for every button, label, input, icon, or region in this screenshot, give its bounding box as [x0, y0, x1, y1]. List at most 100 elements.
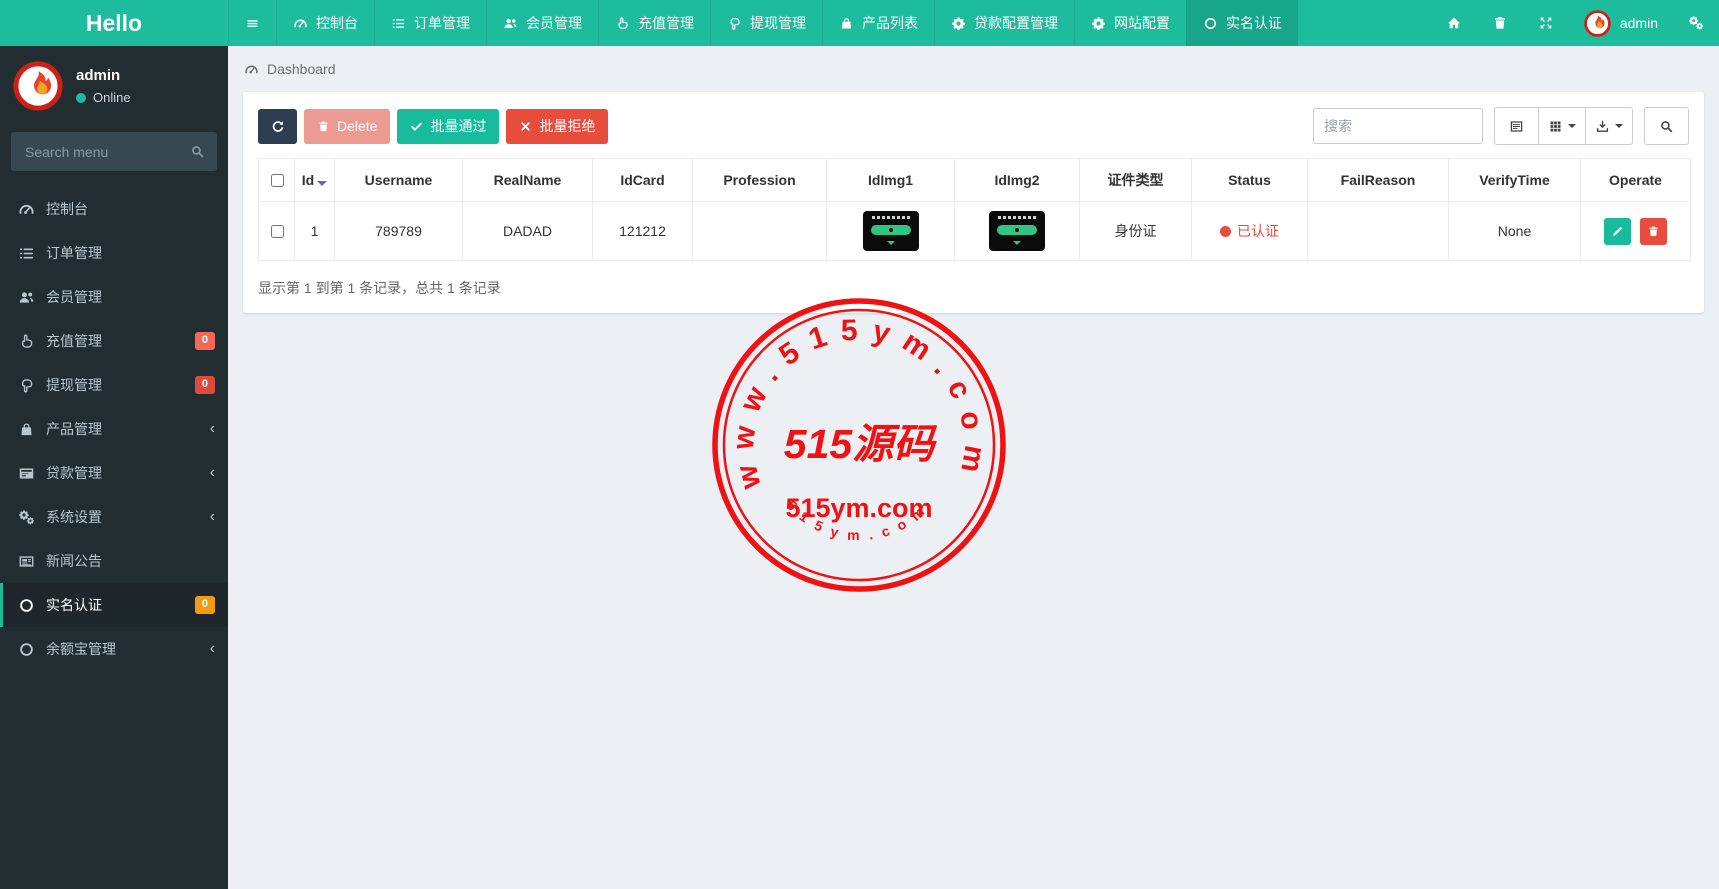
- refresh-icon: [270, 119, 285, 134]
- newspaper-icon: [18, 553, 35, 570]
- stamp-main-text: 515源码: [784, 421, 937, 467]
- sidebar-item-orders[interactable]: 订单管理: [0, 231, 228, 275]
- id-image-thumbnail-1[interactable]: [863, 211, 919, 251]
- gear-icon: [951, 16, 966, 31]
- gears-icon: [18, 509, 35, 526]
- expand-arrows-icon: [1538, 15, 1554, 31]
- sidebar-item-product-mgmt[interactable]: 产品管理 ‹: [0, 407, 228, 451]
- search-icon[interactable]: [190, 144, 205, 159]
- table-search-input[interactable]: [1313, 108, 1483, 144]
- header-operate[interactable]: Operate: [1581, 159, 1691, 202]
- nav-item-recharge[interactable]: 充值管理: [598, 0, 710, 46]
- nav-item-label: 产品列表: [862, 13, 918, 33]
- nav-item-orders[interactable]: 订单管理: [374, 0, 486, 46]
- gauge-icon: [293, 16, 308, 31]
- sidebar-item-yuebao[interactable]: 余额宝管理‹: [0, 627, 228, 671]
- columns-dropdown-button[interactable]: [1538, 107, 1586, 145]
- detail-view-toggle-button[interactable]: [1494, 107, 1539, 145]
- header-username[interactable]: Username: [335, 159, 463, 202]
- stamp-inner-ring: [724, 310, 994, 580]
- sidebar-item-real-name-verify[interactable]: 实名认证0: [0, 583, 228, 627]
- header-realname[interactable]: RealName: [463, 159, 593, 202]
- sidebar-item-members[interactable]: 会员管理: [0, 275, 228, 319]
- clear-cache-button[interactable]: [1477, 0, 1523, 46]
- cell-id: 1: [295, 202, 335, 261]
- pagination-summary: 显示第 1 到第 1 条记录，总共 1 条记录: [258, 278, 1689, 298]
- sidebar-item-dashboard[interactable]: 控制台: [0, 187, 228, 231]
- circle-icon: [18, 597, 35, 614]
- nav-item-label: 提现管理: [750, 13, 806, 33]
- fullscreen-button[interactable]: [1523, 0, 1569, 46]
- sidebar-search: [11, 132, 217, 171]
- nav-item-members[interactable]: 会员管理: [486, 0, 598, 46]
- sidebar-item-news[interactable]: 新闻公告: [0, 539, 228, 583]
- header-idimg1[interactable]: IdImg1: [827, 159, 955, 202]
- header-select-all: [259, 159, 295, 202]
- edit-row-button[interactable]: [1604, 218, 1631, 245]
- nav-item-label: 会员管理: [526, 13, 582, 33]
- sidebar-item-label: 产品管理: [46, 419, 199, 439]
- refresh-button[interactable]: [258, 109, 297, 144]
- row-checkbox[interactable]: [271, 225, 284, 238]
- sidebar-toggle-button[interactable]: [228, 0, 276, 46]
- gears-icon: [1688, 15, 1704, 31]
- nav-item-withdraw[interactable]: 提现管理: [710, 0, 822, 46]
- chevron-left-icon: ‹: [210, 421, 215, 437]
- grid-columns-icon: [1548, 119, 1563, 134]
- search-button[interactable]: [1644, 107, 1689, 145]
- header-id-label: Id: [302, 172, 314, 188]
- sidebar-item-withdraw[interactable]: 提现管理0: [0, 363, 228, 407]
- home-button[interactable]: [1431, 0, 1477, 46]
- batch-approve-label: 批量通过: [430, 116, 486, 136]
- bag-icon: [839, 16, 854, 31]
- nav-item-dashboard[interactable]: 控制台: [276, 0, 374, 46]
- sidebar-item-label: 充值管理: [46, 331, 184, 351]
- nav-item-real-name-verify[interactable]: 实名认证: [1186, 0, 1298, 46]
- sidebar-item-system-settings[interactable]: 系统设置‹: [0, 495, 228, 539]
- export-icon: [1595, 119, 1610, 134]
- thumb-green-pill: [997, 225, 1037, 235]
- batch-reject-button[interactable]: 批量拒绝: [506, 109, 608, 144]
- select-all-checkbox[interactable]: [271, 174, 284, 187]
- header-id[interactable]: Id: [295, 159, 335, 202]
- header-idimg2[interactable]: IdImg2: [955, 159, 1080, 202]
- sidebar-item-recharge[interactable]: 充值管理 0: [0, 319, 228, 363]
- header-idcard[interactable]: IdCard: [593, 159, 693, 202]
- stamp-outer-ring: [715, 301, 1003, 589]
- user-menu[interactable]: admin: [1569, 0, 1673, 46]
- avatar[interactable]: [13, 61, 63, 111]
- id-image-thumbnail-2[interactable]: [989, 211, 1045, 251]
- nav-item-loan-config[interactable]: 贷款配置管理: [934, 0, 1074, 46]
- sidebar-item-label: 控制台: [46, 199, 215, 219]
- batch-approve-button[interactable]: 批量通过: [397, 109, 499, 144]
- main-content: Dashboard Delete 批量通过 批量拒绝: [228, 0, 1719, 313]
- settings-button[interactable]: [1673, 0, 1719, 46]
- delete-row-button[interactable]: [1640, 218, 1667, 245]
- caret-down-icon: [1568, 124, 1576, 128]
- count-badge: 0: [195, 332, 215, 349]
- nav-item-label: 订单管理: [414, 13, 470, 33]
- sidebar-search-input[interactable]: [23, 143, 190, 161]
- export-dropdown-button[interactable]: [1585, 107, 1633, 145]
- thumb-arrow: [1013, 241, 1021, 245]
- table-header-row: Id Username RealName IdCard Profession I…: [259, 159, 1691, 202]
- header-cert-type[interactable]: 证件类型: [1080, 159, 1192, 202]
- detail-view-icon: [1509, 119, 1524, 134]
- delete-button-label: Delete: [337, 118, 377, 134]
- sidebar-item-loan-mgmt[interactable]: 贷款管理‹: [0, 451, 228, 495]
- header-status[interactable]: Status: [1192, 159, 1308, 202]
- cell-failreason: [1308, 202, 1449, 261]
- cell-idcard: 121212: [593, 202, 693, 261]
- cell-cert-type: 身份证: [1080, 202, 1192, 261]
- breadcrumb-label[interactable]: Dashboard: [267, 61, 336, 77]
- header-failreason[interactable]: FailReason: [1308, 159, 1449, 202]
- users-icon: [503, 16, 518, 31]
- sidebar-user-name: admin: [76, 67, 131, 84]
- nav-item-products[interactable]: 产品列表: [822, 0, 934, 46]
- nav-item-site-config[interactable]: 网站配置: [1074, 0, 1186, 46]
- sidebar-menu: 控制台 订单管理 会员管理 充值管理 0 提现管理0 产品管理 ‹ 贷款管理‹ 系统…: [0, 187, 228, 671]
- header-profession[interactable]: Profession: [693, 159, 827, 202]
- header-verifytime[interactable]: VerifyTime: [1449, 159, 1581, 202]
- delete-button[interactable]: Delete: [304, 109, 390, 144]
- brand-logo[interactable]: Hello: [0, 0, 228, 46]
